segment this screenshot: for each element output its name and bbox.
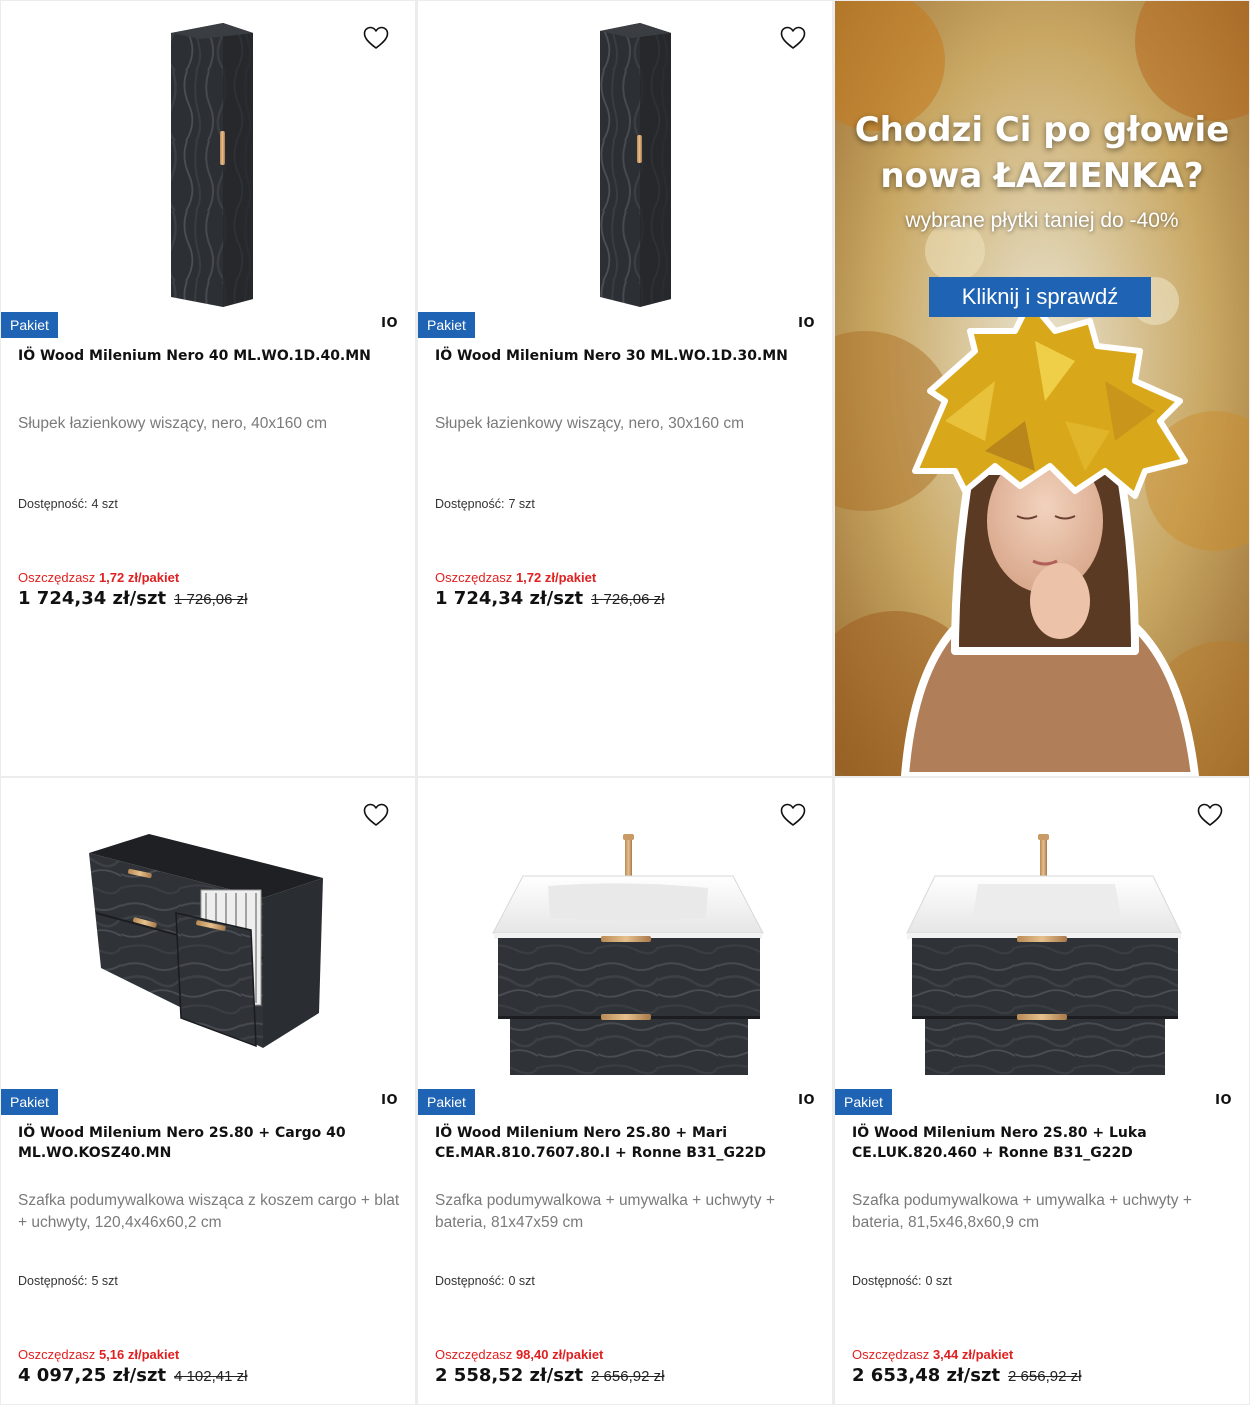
brand-logo: IO	[381, 316, 398, 331]
promo-banner[interactable]: Chodzi Ci po głowie nowa ŁAZIENKA? wybra…	[835, 1, 1249, 776]
favorite-heart-icon[interactable]	[363, 803, 389, 827]
savings-value: 5,16 zł/pakiet	[98, 1347, 180, 1362]
availability: Dostępność: 0 szt	[435, 1274, 535, 1288]
savings: Oszczędzasz 1,72 zł/pakiet	[18, 570, 179, 585]
savings-value: 1,72 zł/pakiet	[98, 570, 180, 585]
package-badge: Pakiet	[1, 312, 58, 338]
availability-value: 0 szt	[925, 1274, 952, 1288]
product-grid: Pakiet IO IÖ Wood Milenium Nero 40 ML.WO…	[0, 0, 1250, 1405]
old-price: 1 726,06 zł	[591, 591, 665, 608]
availability-value: 5 szt	[91, 1274, 118, 1288]
old-price: 4 102,41 zł	[174, 1368, 248, 1385]
product-image[interactable]	[418, 1, 832, 311]
current-price: 4 097,25 zł/szt	[18, 1365, 167, 1386]
savings-label: Oszczędzasz	[435, 570, 513, 585]
current-price: 1 724,34 zł/szt	[435, 588, 584, 609]
price-row: 4 097,25 zł/szt 4 102,41 zł	[18, 1365, 247, 1386]
availability-label: Dostępność:	[435, 497, 505, 511]
savings-label: Oszczędzasz	[852, 1347, 930, 1362]
price-row: 2 653,48 zł/szt 2 656,92 zł	[852, 1365, 1081, 1386]
product-card[interactable]: Pakiet IO IÖ Wood Milenium Nero 40 ML.WO…	[1, 1, 415, 776]
savings: Oszczędzasz 3,44 zł/pakiet	[852, 1347, 1013, 1362]
savings-label: Oszczędzasz	[435, 1347, 513, 1362]
favorite-heart-icon[interactable]	[780, 26, 806, 50]
savings-label: Oszczędzasz	[18, 1347, 96, 1362]
product-description: Szafka podumywalkowa wisząca z koszem ca…	[18, 1192, 400, 1231]
availability-label: Dostępność:	[435, 1274, 505, 1288]
product-card[interactable]: Pakiet IO IÖ Wood Milenium Nero 30 ML.WO…	[418, 1, 832, 776]
availability-value: 4 szt	[91, 497, 118, 511]
availability-value: 0 szt	[508, 1274, 535, 1288]
package-badge: Pakiet	[835, 1089, 892, 1115]
banner-cta-button[interactable]: Kliknij i sprawdź	[929, 277, 1151, 317]
current-price: 1 724,34 zł/szt	[18, 588, 167, 609]
product-title[interactable]: IÖ Wood Milenium Nero 2S.80 + Cargo 40 M…	[18, 1123, 385, 1163]
banner-subline: wybrane płytki taniej do -40%	[905, 209, 1179, 232]
brand-logo: IO	[381, 1093, 398, 1108]
product-image[interactable]	[835, 778, 1249, 1088]
product-title[interactable]: IÖ Wood Milenium Nero 40 ML.WO.1D.40.MN	[18, 346, 385, 366]
product-description: Szafka podumywalkowa + umywalka + uchwyt…	[852, 1192, 1192, 1231]
product-card[interactable]: Pakiet IO IÖ Wood Milenium Nero 2S.80 + …	[418, 778, 832, 1404]
old-price: 2 656,92 zł	[1008, 1368, 1082, 1385]
product-card[interactable]: Pakiet IO IÖ Wood Milenium Nero 2S.80 + …	[835, 778, 1249, 1404]
product-image[interactable]	[1, 778, 415, 1088]
savings-value: 3,44 zł/pakiet	[932, 1347, 1014, 1362]
brand-logo: IO	[798, 316, 815, 331]
price-row: 1 724,34 zł/szt 1 726,06 zł	[435, 588, 664, 609]
package-badge: Pakiet	[418, 1089, 475, 1115]
savings: Oszczędzasz 1,72 zł/pakiet	[435, 570, 596, 585]
availability-value: 7 szt	[508, 497, 535, 511]
product-description: Szafka podumywalkowa + umywalka + uchwyt…	[435, 1192, 775, 1231]
product-title[interactable]: IÖ Wood Milenium Nero 2S.80 + Mari CE.MA…	[435, 1123, 802, 1163]
savings: Oszczędzasz 98,40 zł/pakiet	[435, 1347, 603, 1362]
savings-value: 98,40 zł/pakiet	[515, 1347, 604, 1362]
availability: Dostępność: 7 szt	[435, 497, 535, 511]
package-badge: Pakiet	[1, 1089, 58, 1115]
product-image[interactable]	[1, 1, 415, 311]
availability: Dostępność: 4 szt	[18, 497, 118, 511]
brand-logo: IO	[798, 1093, 815, 1108]
product-image[interactable]	[418, 778, 832, 1088]
savings-value: 1,72 zł/pakiet	[515, 570, 597, 585]
current-price: 2 558,52 zł/szt	[435, 1365, 584, 1386]
current-price: 2 653,48 zł/szt	[852, 1365, 1001, 1386]
availability-label: Dostępność:	[18, 497, 88, 511]
availability: Dostępność: 5 szt	[18, 1274, 118, 1288]
savings-label: Oszczędzasz	[18, 570, 96, 585]
old-price: 1 726,06 zł	[174, 591, 248, 608]
product-title[interactable]: IÖ Wood Milenium Nero 2S.80 + Luka CE.LU…	[852, 1123, 1219, 1163]
package-badge: Pakiet	[418, 312, 475, 338]
price-row: 1 724,34 zł/szt 1 726,06 zł	[18, 588, 247, 609]
old-price: 2 656,92 zł	[591, 1368, 665, 1385]
favorite-heart-icon[interactable]	[363, 26, 389, 50]
availability-label: Dostępność:	[852, 1274, 922, 1288]
savings: Oszczędzasz 5,16 zł/pakiet	[18, 1347, 179, 1362]
banner-headline-line2: nowa ŁAZIENKA?	[880, 156, 1204, 196]
product-title[interactable]: IÖ Wood Milenium Nero 30 ML.WO.1D.30.MN	[435, 346, 802, 366]
product-card[interactable]: Pakiet IO IÖ Wood Milenium Nero 2S.80 + …	[1, 778, 415, 1404]
availability: Dostępność: 0 szt	[852, 1274, 952, 1288]
favorite-heart-icon[interactable]	[1197, 803, 1223, 827]
price-row: 2 558,52 zł/szt 2 656,92 zł	[435, 1365, 664, 1386]
product-description: Słupek łazienkowy wiszący, nero, 30x160 …	[435, 415, 744, 432]
favorite-heart-icon[interactable]	[780, 803, 806, 827]
brand-logo: IO	[1215, 1093, 1232, 1108]
product-description: Słupek łazienkowy wiszący, nero, 40x160 …	[18, 415, 327, 432]
banner-headline-line1: Chodzi Ci po głowie	[854, 110, 1230, 150]
availability-label: Dostępność:	[18, 1274, 88, 1288]
